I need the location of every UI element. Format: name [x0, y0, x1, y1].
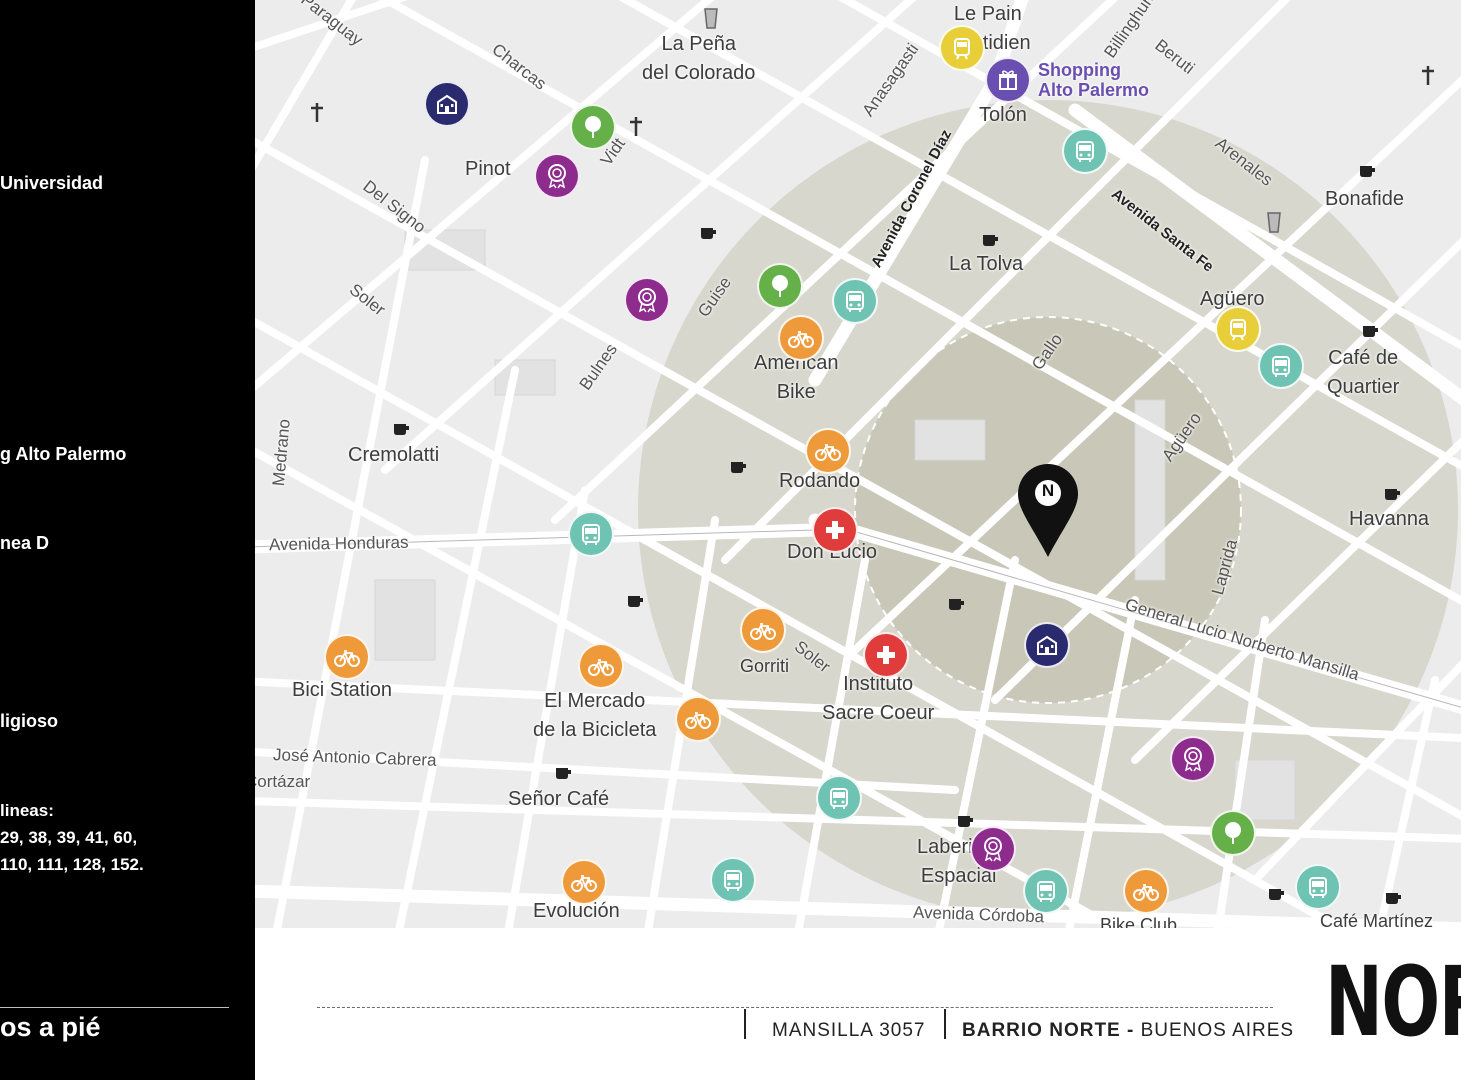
brand-wordmark: NOR: [1325, 946, 1461, 1058]
label-shopping: Shopping Alto Palermo: [1038, 60, 1150, 100]
beer-icon: [704, 8, 718, 29]
label-tolon: Tolón: [979, 104, 1027, 126]
label-street-honduras: Avenida Honduras: [268, 532, 409, 555]
label-la-tolva: La Tolva: [949, 253, 1024, 275]
label-havanna: Havanna: [1349, 508, 1430, 530]
bus-icon[interactable]: [832, 278, 878, 324]
bicycle-icon[interactable]: [1123, 868, 1169, 914]
label-cafe-martinez: Café Martínez: [1320, 911, 1434, 928]
label-la-pena: La Peña del Colorado: [642, 33, 756, 84]
church-cross-icon: [630, 117, 642, 136]
cross-icon[interactable]: [812, 507, 858, 553]
bus-icon[interactable]: [1023, 868, 1069, 914]
bicycle-icon[interactable]: [675, 696, 721, 742]
coffee-icon: [958, 816, 973, 827]
coffee-icon: [1386, 893, 1401, 904]
footer-address: MANSILLA 3057: [772, 1020, 926, 1041]
footer-location: BARRIO NORTE - BUENOS AIRES: [962, 1020, 1294, 1042]
footer-city: BUENOS AIRES: [1140, 1020, 1295, 1041]
label-pinot: Pinot: [465, 158, 511, 180]
label-gorriti-place: Gorriti: [740, 656, 789, 676]
church-cross-icon: [1422, 66, 1434, 85]
label-bonafide: Bonafide: [1325, 188, 1404, 210]
tree-icon[interactable]: [757, 263, 803, 309]
coffee-icon: [556, 768, 571, 779]
legend-bus-lines-2: 110, 111, 128, 152.: [0, 855, 144, 874]
bicycle-icon[interactable]: [561, 859, 607, 905]
bus-icon[interactable]: [816, 775, 862, 821]
legend-label-subway: nea D: [0, 533, 50, 553]
label-el-mercado: El Mercado de la Bicicleta: [533, 690, 657, 741]
bus-icon[interactable]: [1295, 864, 1341, 910]
tree-icon[interactable]: [570, 104, 616, 150]
coffee-icon: [983, 235, 998, 246]
label-bike-club: Bike Club: [1100, 915, 1178, 928]
coffee-icon: [949, 599, 964, 610]
bicycle-icon[interactable]: [778, 315, 824, 361]
coffee-icon: [1385, 489, 1400, 500]
coffee-icon: [1363, 326, 1378, 337]
coffee-icon: [701, 228, 716, 239]
legend-sidebar: Universidad g Alto Palermo nea D ligioso…: [0, 0, 255, 1080]
coffee-icon: [1360, 166, 1375, 177]
legend-label-universidad: Universidad: [0, 173, 104, 193]
bus-icon[interactable]: [568, 511, 614, 557]
label-street-cordoba: Avenida Córdoba: [912, 902, 1045, 927]
rosette-icon[interactable]: [534, 153, 580, 199]
marker-letter: N: [1041, 481, 1055, 500]
label-bici-station: Bici Station: [292, 679, 393, 701]
legend-label-religious: ligioso: [0, 711, 58, 731]
legend-bus-lines-1: 29, 38, 39, 41, 60,: [0, 828, 138, 847]
bus-icon[interactable]: [1258, 343, 1304, 389]
bicycle-icon[interactable]: [740, 607, 786, 653]
gift-icon[interactable]: [985, 57, 1031, 103]
bicycle-icon[interactable]: [805, 428, 851, 474]
legend-walk-label: os a pié: [0, 1012, 101, 1042]
bus-icon[interactable]: [710, 857, 756, 903]
cross-icon[interactable]: [863, 632, 909, 678]
label-street-cortazar: Cortázar: [255, 772, 311, 791]
bicycle-icon[interactable]: [324, 634, 370, 680]
label-cremolatti: Cremolatti: [348, 444, 440, 466]
legend-bus-lines-title: lineas:: [0, 801, 54, 820]
footer-neighborhood: BARRIO NORTE -: [962, 1020, 1135, 1041]
rosette-icon[interactable]: [970, 826, 1016, 872]
label-cafe-quartier: Café de Quartier: [1327, 347, 1400, 398]
legend-label-shopping: g Alto Palermo: [0, 444, 127, 464]
bicycle-icon[interactable]: [578, 643, 624, 689]
neighborhood-map[interactable]: N La Peña del Colorado Le Pain Quotidien S…: [255, 0, 1461, 928]
coffee-icon: [731, 462, 746, 473]
train-icon[interactable]: [939, 25, 985, 71]
footer-dashed-rule: [317, 1007, 1273, 1008]
label-senor-cafe: Señor Café: [508, 788, 610, 810]
tree-icon[interactable]: [1210, 810, 1256, 856]
rosette-icon[interactable]: [1170, 736, 1216, 782]
church-cross-icon: [311, 103, 323, 122]
coffee-icon: [394, 424, 409, 435]
coffee-icon: [1269, 889, 1284, 900]
bus-icon[interactable]: [1062, 128, 1108, 174]
school-icon[interactable]: [1024, 622, 1070, 668]
school-icon[interactable]: [424, 81, 470, 127]
rosette-icon[interactable]: [624, 277, 670, 323]
label-instituto: Instituto Sacre Coeur: [822, 673, 935, 724]
footer-separator: [744, 1009, 746, 1039]
coffee-icon: [628, 596, 643, 607]
footer-separator: [944, 1009, 946, 1039]
legend-divider: [0, 1007, 229, 1008]
footer-bar: MANSILLA 3057 BARRIO NORTE - BUENOS AIRE…: [255, 928, 1461, 1080]
train-icon[interactable]: [1215, 306, 1261, 352]
beer-icon: [1267, 212, 1281, 233]
